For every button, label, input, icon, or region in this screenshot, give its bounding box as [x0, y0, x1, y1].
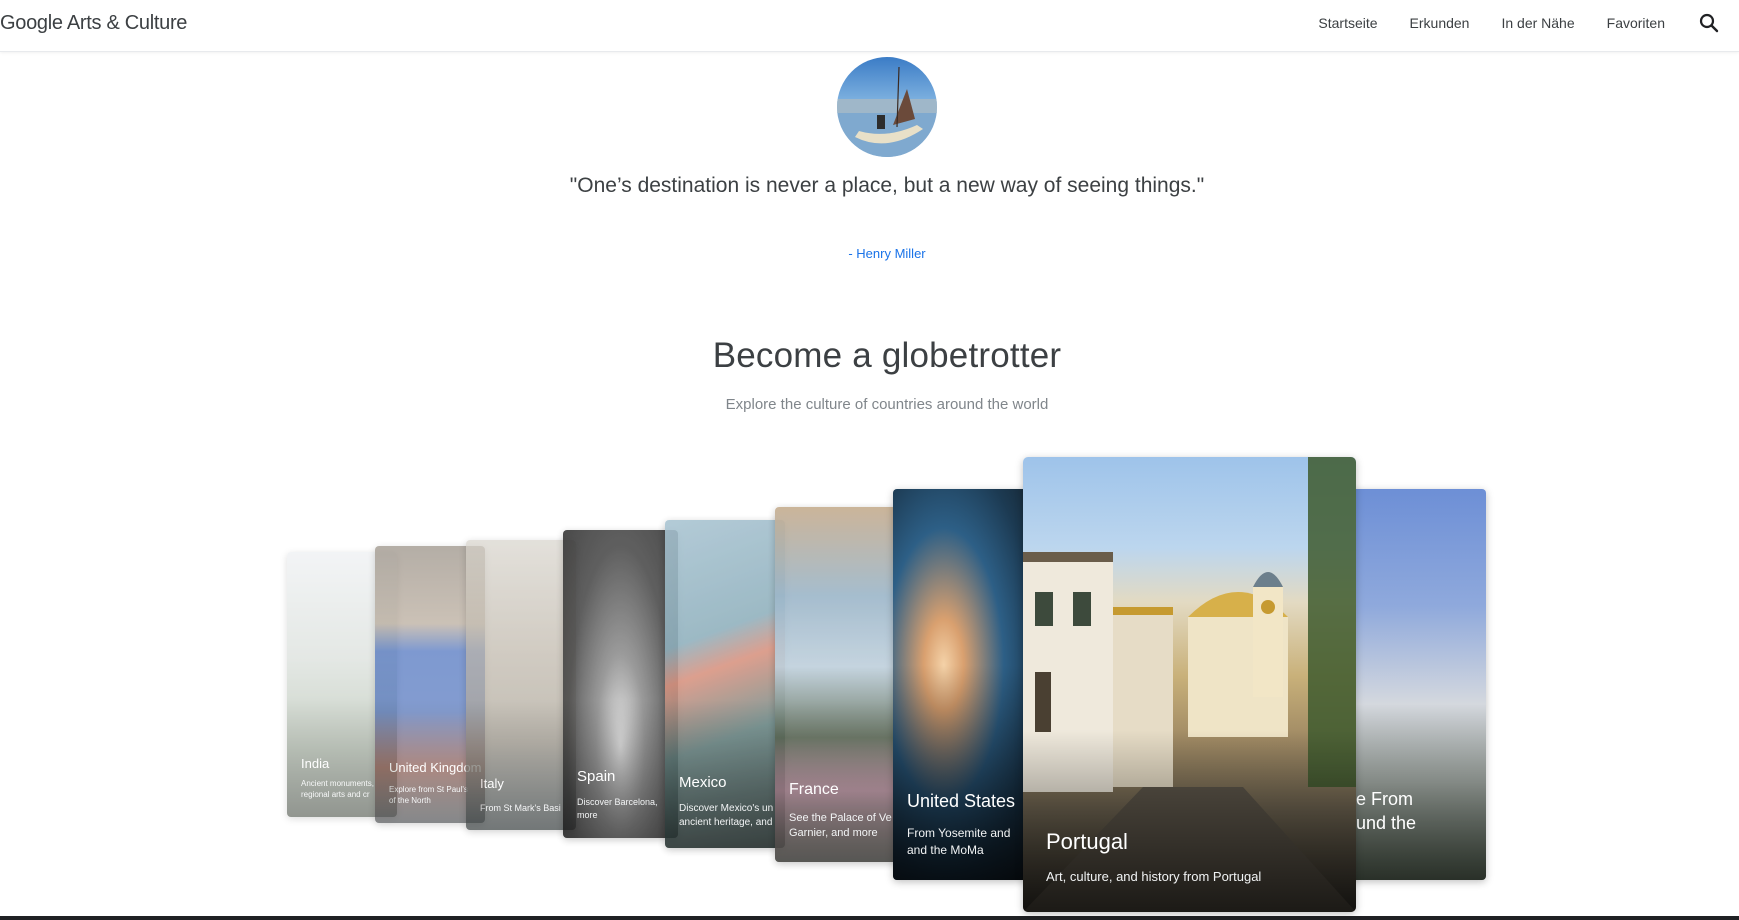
country-card-united-states[interactable]: United States From Yosemite and and the …	[893, 489, 1038, 880]
country-card-france[interactable]: France See the Palace of Ve Garnier, and…	[775, 507, 905, 862]
country-card-italy[interactable]: Italy From St Mark's Basi	[466, 540, 576, 830]
search-icon[interactable]	[1697, 11, 1721, 35]
quote-author-link[interactable]: - Henry Miller	[787, 246, 987, 261]
card-title: India	[301, 756, 330, 771]
country-card-spain[interactable]: Spain Discover Barcelona, more	[563, 530, 678, 838]
nav-erkunden[interactable]: Erkunden	[1410, 15, 1470, 31]
main-nav: Startseite Erkunden In der Nähe Favorite…	[1286, 0, 1665, 45]
card-description: See the Palace of Ve Garnier, and more	[789, 812, 892, 840]
site-logo[interactable]: Google Arts & Culture	[0, 12, 187, 35]
country-card-mexico[interactable]: Mexico Discover Mexico's un ancient heri…	[665, 520, 785, 848]
card-description: Explore from St Paul's of the North	[389, 785, 468, 806]
section-title: Become a globetrotter	[712, 336, 1062, 375]
top-header: Google Arts & Culture Startseite Erkunde…	[0, 0, 1739, 52]
quote-avatar-image	[837, 57, 937, 157]
nav-favoriten[interactable]: Favoriten	[1607, 15, 1665, 31]
card-description: From Yosemite and and the MoMa	[907, 826, 1011, 857]
card-description: Discover Barcelona, more	[577, 797, 658, 820]
card-description: From St Mark's Basi	[480, 803, 561, 813]
card-description: Discover Mexico's un ancient heritage, a…	[679, 803, 774, 828]
country-card-japan-partial[interactable]: ore From round the	[1340, 489, 1486, 880]
nav-in-der-naehe[interactable]: In der Nähe	[1501, 15, 1574, 31]
quote-text: "One’s destination is never a place, but…	[569, 174, 1205, 197]
card-title: Mexico	[679, 774, 727, 791]
section-subtitle: Explore the culture of countries around …	[725, 396, 1049, 413]
card-title: Portugal	[1046, 829, 1128, 854]
bottom-border	[0, 916, 1739, 920]
card-title: ore From round the	[1340, 789, 1417, 833]
card-title: United States	[907, 791, 1016, 811]
card-title: Spain	[577, 768, 616, 785]
card-description: Art, culture, and history from Portugal	[1046, 869, 1262, 884]
card-title: Italy	[480, 776, 504, 791]
card-description: Ancient monuments, regional arts and cr	[301, 779, 374, 800]
nav-startseite[interactable]: Startseite	[1318, 15, 1377, 31]
card-title: France	[789, 781, 839, 798]
country-card-portugal[interactable]: Portugal Art, culture, and history from …	[1023, 457, 1356, 912]
